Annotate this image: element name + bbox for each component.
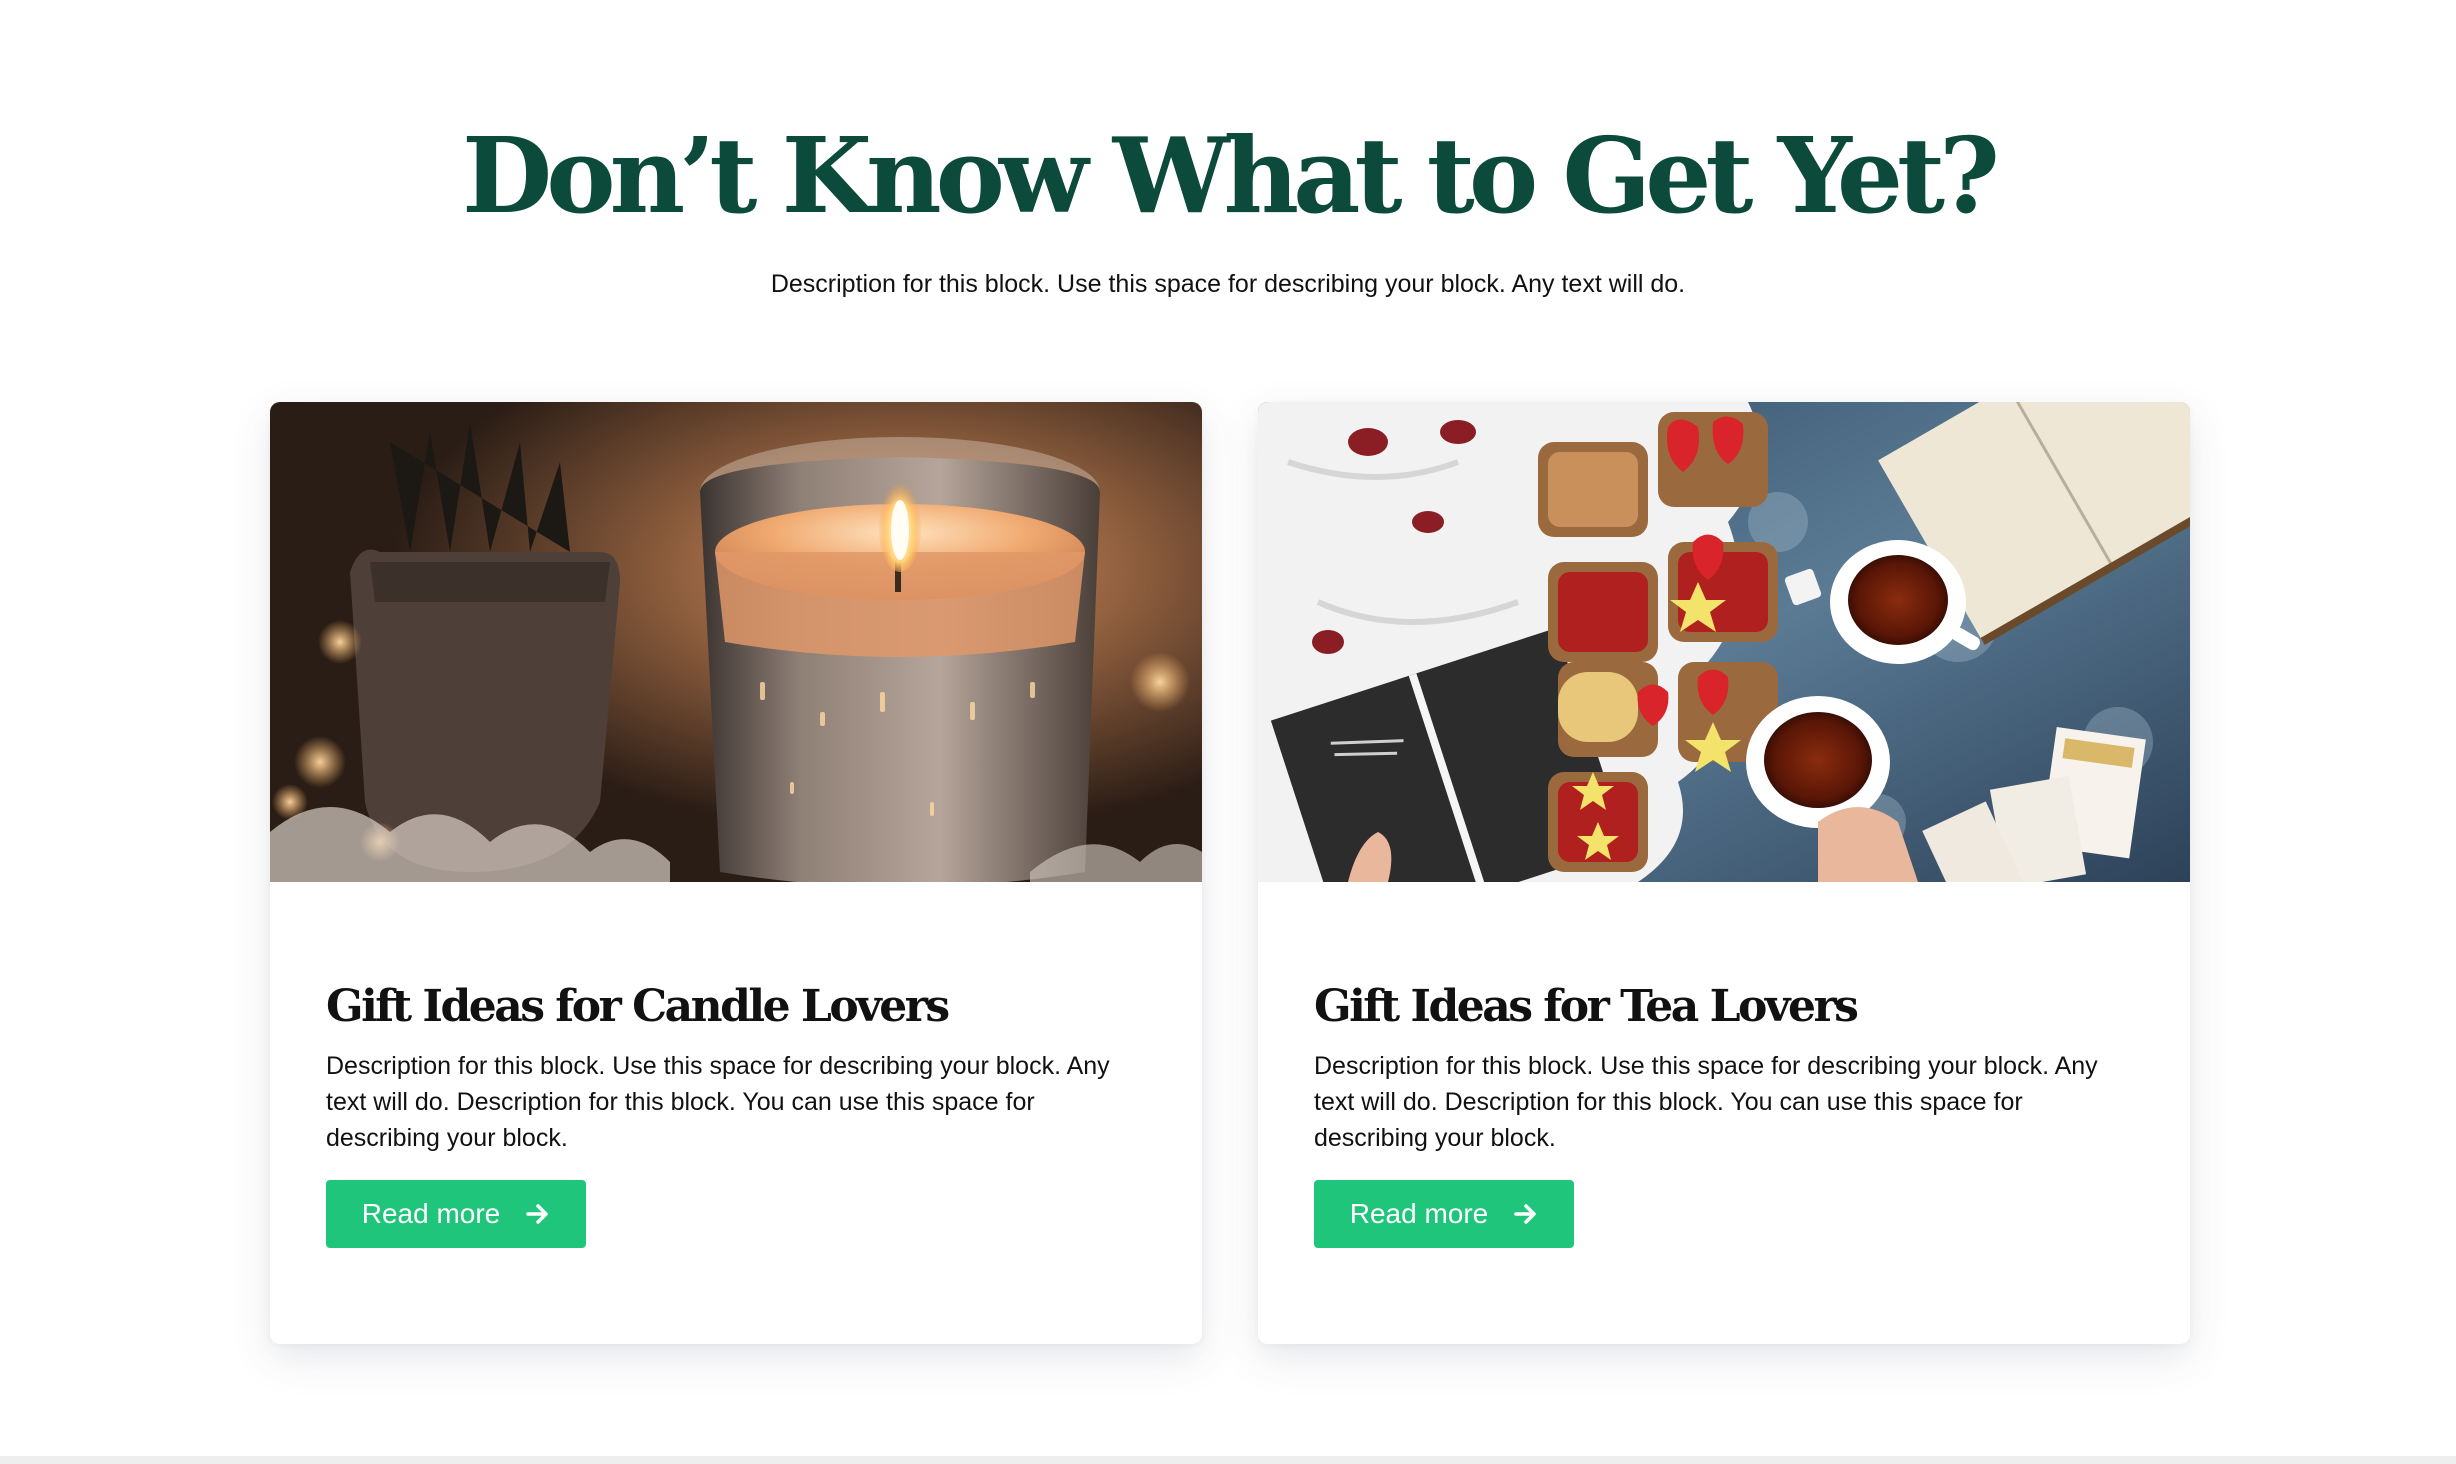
tea-image	[1258, 402, 2190, 882]
gift-ideas-section: Don’t Know What to Get Yet? Description …	[0, 0, 2456, 1456]
candle-image	[270, 402, 1202, 882]
section-description: Description for this block. Use this spa…	[770, 270, 1686, 298]
read-more-button[interactable]: Read more	[326, 1180, 586, 1248]
card-title: Gift Ideas for Tea Lovers	[1314, 981, 1859, 1032]
card-tea-lovers: Gift Ideas for Tea Lovers Description fo…	[1258, 402, 2190, 1344]
card-description: Description for this block. Use this spa…	[1314, 1052, 2098, 1152]
read-more-label: Read more	[361, 1198, 501, 1229]
card-title: Gift Ideas for Candle Lovers	[326, 981, 950, 1032]
arrow-right-icon	[1514, 1203, 1538, 1225]
card-candle-lovers: Gift Ideas for Candle Lovers Description…	[270, 402, 1202, 1344]
read-more-button[interactable]: Read more	[1314, 1180, 1574, 1248]
arrow-right-icon	[526, 1203, 550, 1225]
section-title: Don’t Know What to Get Yet?	[462, 114, 2000, 237]
read-more-label: Read more	[1349, 1198, 1489, 1229]
card-description: Description for this block. Use this spa…	[326, 1052, 1110, 1152]
page-footer-divider	[0, 1456, 2456, 1464]
